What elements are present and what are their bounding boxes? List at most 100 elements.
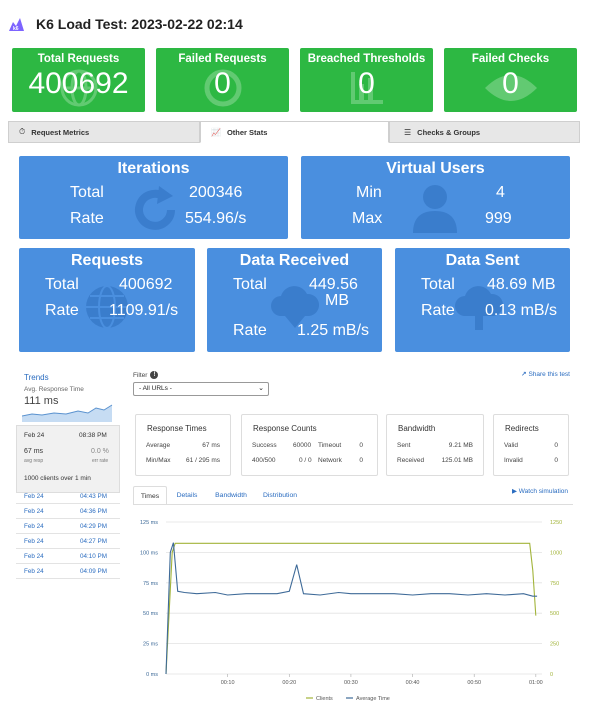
history-date: Feb 24 (24, 493, 44, 500)
network-label: Network (318, 457, 342, 464)
history-time: 04:29 PM (80, 523, 107, 530)
share-link[interactable]: ↗ Share this test (521, 370, 570, 378)
tab-distribution[interactable]: Distribution (259, 486, 301, 505)
minmax-value: 61 / 295 ms (186, 457, 220, 464)
x-tick-label: 01:00 (529, 680, 543, 686)
minmax-label: Min/Max (146, 457, 171, 464)
y-left-tick-label: 0 ms (146, 672, 158, 678)
failed-requests-card: Failed Requests 0 (156, 48, 289, 112)
invalid-value: 0 (554, 457, 558, 464)
tab-checks-groups[interactable]: ☰ Checks & Groups (389, 121, 580, 143)
history-row[interactable]: Feb 24 04:27 PM (16, 534, 120, 549)
history-row[interactable]: Feb 24 04:36 PM (16, 504, 120, 519)
card-title: Virtual Users (386, 160, 485, 177)
tab-other-stats[interactable]: 📈 Other Stats (200, 121, 389, 143)
info-icon[interactable]: ! (150, 371, 159, 379)
app-header: k6 K6 Load Test: 2023-02-22 02:14 (8, 14, 243, 34)
history-date: Feb 24 (24, 568, 44, 575)
total-value: 200346 (189, 184, 243, 201)
box-title: Response Times (147, 424, 207, 433)
run-err-label: err rate (92, 458, 109, 464)
total-requests-card: Total Requests 400692 (12, 48, 145, 112)
tab-divider (133, 504, 573, 505)
received-value: 125.01 MB (441, 457, 473, 464)
min-label: Min (356, 184, 382, 201)
y-right-tick-label: 1250 (550, 520, 562, 526)
data-received-card: Data Received Total 449.56 MB Rate 1.25 … (207, 248, 382, 352)
tab-times[interactable]: Times (133, 486, 167, 505)
rate-value: 554.96/s (185, 210, 247, 227)
history-time: 04:09 PM (80, 568, 107, 575)
requests-card: Requests Total 400692 Rate 1109.91/s (19, 248, 195, 352)
history-time: 04:27 PM (80, 538, 107, 545)
tab-request-metrics[interactable]: ⏱ Request Metrics (8, 121, 200, 143)
history-date: Feb 24 (24, 523, 44, 530)
run-time: 08:38 PM (79, 432, 107, 439)
x-tick-label: 00:10 (221, 680, 235, 686)
sent-label: Sent (397, 442, 411, 449)
watch-simulation-link[interactable]: ▶ Watch simulation (512, 487, 568, 495)
success-value: 60000 (293, 442, 312, 449)
tab-label: Checks & Groups (417, 127, 481, 137)
svg-text:k6: k6 (13, 26, 19, 32)
x-tick-label: 00:40 (406, 680, 420, 686)
max-value: 999 (485, 210, 512, 227)
card-value: 0 (502, 67, 519, 100)
rate-label: Rate (233, 322, 267, 339)
history-row[interactable]: Feb 24 04:09 PM (16, 564, 120, 579)
history-date: Feb 24 (24, 553, 44, 560)
redirects-box: Redirects Valid 0 Invalid 0 (493, 414, 569, 476)
card-label: Failed Requests (178, 53, 267, 65)
sent-value: 9.21 MB (448, 442, 473, 449)
history-row[interactable]: Feb 24 04:10 PM (16, 549, 120, 564)
selected-run[interactable]: Feb 24 08:38 PM 67 ms 0.0 % avg resp err… (16, 425, 120, 493)
timeout-value: 0 (359, 442, 363, 449)
trends-title[interactable]: Trends (24, 373, 49, 382)
refresh-icon (135, 186, 175, 230)
response-times-box: Response Times Average 67 ms Min/Max 61 … (135, 414, 231, 476)
invalid-label: Invalid (504, 457, 523, 464)
y-left-tick-label: 25 ms (143, 642, 158, 648)
history-row[interactable]: Feb 24 04:29 PM (16, 519, 120, 534)
y-left-tick-label: 75 ms (143, 581, 158, 587)
url-filter-select[interactable]: - All URLs - ⌄ (133, 382, 269, 396)
history-date: Feb 24 (24, 538, 44, 545)
total-label: Total (233, 276, 267, 293)
card-title: Requests (70, 252, 144, 269)
card-value: 400692 (28, 67, 129, 100)
box-title: Bandwidth (398, 424, 436, 433)
x-tick-label: 00:20 (282, 680, 296, 686)
legend-average-time-label: Average Time (356, 696, 390, 702)
breached-thresholds-card: Breached Thresholds 0 (300, 48, 433, 112)
legend-clients-label: Clients (316, 696, 333, 702)
card-title: Data Received (239, 252, 350, 269)
errors-value: 0 / 0 (299, 457, 312, 464)
total-value: 48.69 MB (487, 276, 556, 293)
k6-logo-icon: k6 (8, 17, 25, 32)
trends-metric: Avg. Response Time (24, 386, 84, 393)
run-resp-label: avg resp (24, 458, 44, 464)
average-value: 67 ms (202, 442, 220, 449)
timeout-label: Timeout (318, 442, 342, 449)
share-label: Share this test (528, 371, 570, 378)
tab-label: Request Metrics (31, 127, 90, 137)
total-label: Total (45, 276, 79, 293)
success-label: Success (252, 442, 277, 449)
y-right-tick-label: 250 (550, 642, 559, 648)
y-right-tick-label: 500 (550, 611, 559, 617)
rate-label: Rate (70, 210, 104, 227)
response-counts-box: Response Counts Success 60000 Timeout 0 … (241, 414, 378, 476)
tab-bandwidth[interactable]: Bandwidth (209, 486, 253, 505)
y-left-tick-label: 125 ms (140, 520, 158, 526)
stats-tabbar: ⏱ Request Metrics 📈 Other Stats ☰ Checks… (8, 121, 580, 143)
card-title: Data Sent (445, 252, 520, 269)
min-value: 4 (496, 184, 505, 201)
network-value: 0 (359, 457, 363, 464)
total-label: Total (70, 184, 104, 201)
rate-value: 0.13 mB/s (485, 302, 558, 319)
history-row[interactable]: Feb 24 04:43 PM (16, 489, 120, 504)
play-icon: ▶ (511, 488, 517, 495)
tab-details[interactable]: Details (171, 486, 203, 505)
valid-value: 0 (554, 442, 558, 449)
chart-line-icon: 📈 (211, 127, 221, 137)
